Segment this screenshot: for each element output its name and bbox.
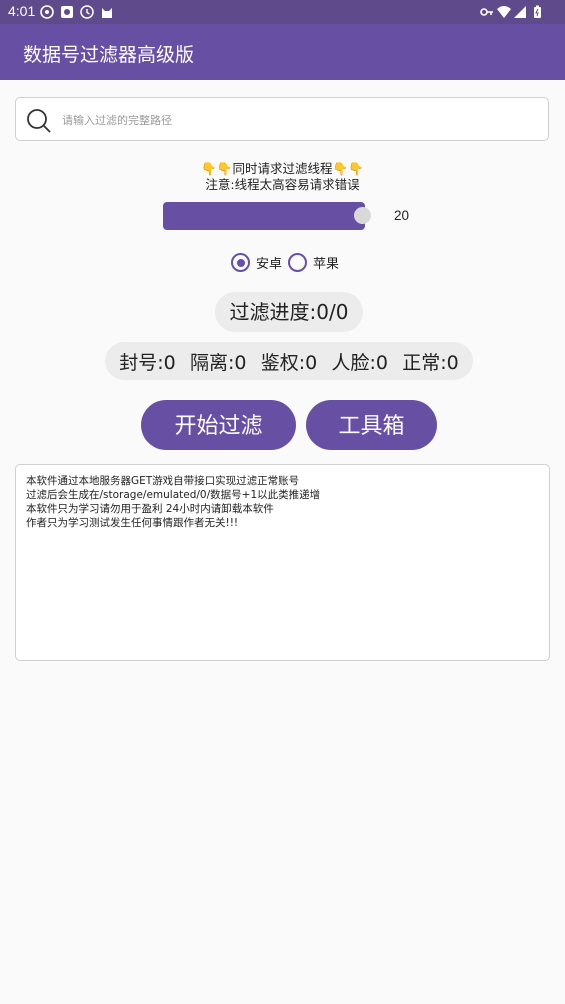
wifi-icon <box>497 6 511 18</box>
app-notification-icon <box>61 6 73 18</box>
radio-android-indicator[interactable] <box>231 253 250 272</box>
stat-banned: 封号:0 <box>119 351 176 374</box>
stat-normal: 正常:0 <box>402 351 459 374</box>
stat-isolated: 隔离:0 <box>190 351 247 374</box>
notification-icon <box>40 5 54 19</box>
log-line: 本软件通过本地服务器GET游戏自带接口实现过滤正常账号 <box>26 475 300 487</box>
stat-face: 人脸:0 <box>331 351 389 374</box>
radio-apple-label: 苹果 <box>313 257 340 272</box>
status-time: 4:01 <box>8 3 36 19</box>
log-line: 过滤后会生成在/storage/emulated/0/数据号+1以此类推递增 <box>26 489 321 501</box>
radio-android[interactable]: 安卓 <box>231 253 282 272</box>
thread-slider-track[interactable] <box>163 202 365 230</box>
key-icon <box>480 8 493 16</box>
radio-apple-indicator[interactable] <box>288 253 307 272</box>
path-input[interactable] <box>60 108 534 132</box>
app-bar: 数据号过滤器高级版 <box>0 24 565 80</box>
status-bar: 4:01 <box>0 0 565 24</box>
thread-count-value: 20 <box>394 208 410 223</box>
log-line: 本软件只为学习请勿用于盈利 24小时内请卸载本软件 <box>26 503 274 515</box>
info-log-textarea[interactable]: 本软件通过本地服务器GET游戏自带接口实现过滤正常账号 过滤后会生成在/stor… <box>15 464 550 661</box>
battery-icon <box>534 5 541 18</box>
stat-auth: 鉴权:0 <box>260 351 318 374</box>
toolbox-button[interactable]: 工具箱 <box>306 400 437 450</box>
radio-apple[interactable]: 苹果 <box>288 253 339 272</box>
clock-icon <box>80 5 94 19</box>
thread-slider-thumb[interactable] <box>354 207 371 224</box>
radio-android-label: 安卓 <box>256 257 283 272</box>
path-search-box[interactable] <box>15 97 549 141</box>
search-icon <box>27 109 51 133</box>
start-filter-button[interactable]: 开始过滤 <box>141 400 296 450</box>
filter-progress: 过滤进度:0/0 <box>215 292 363 332</box>
result-stats: 封号:0 隔离:0 鉴权:0 人脸:0 正常:0 <box>105 342 473 380</box>
cat-icon <box>102 8 112 18</box>
log-line: 作者只为学习测试发生任何事情跟作者无关!!! <box>26 517 239 529</box>
app-title: 数据号过滤器高级版 <box>23 44 195 66</box>
thread-notice-warning: 注意:线程太高容易请求错误 <box>205 177 360 192</box>
signal-icon <box>514 6 526 18</box>
